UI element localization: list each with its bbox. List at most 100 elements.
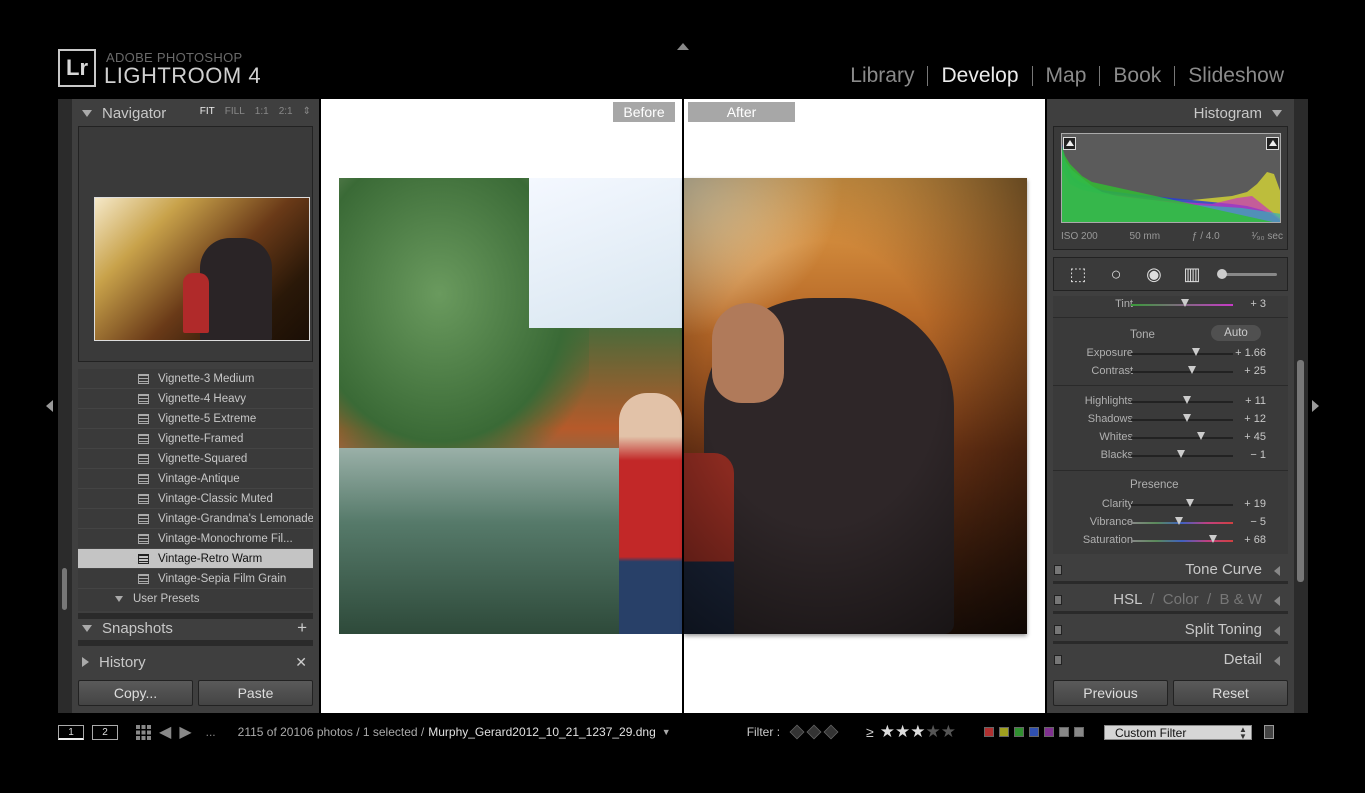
source-menu[interactable]: ... — [206, 725, 216, 739]
star-icon[interactable]: ★ — [880, 722, 895, 742]
previous-photo-icon[interactable]: ◀ — [159, 722, 171, 742]
previous-button[interactable]: Previous — [1053, 680, 1168, 706]
star-icon[interactable]: ★ — [895, 722, 910, 742]
slider-thumb[interactable] — [1181, 299, 1190, 307]
slider-thumb[interactable] — [1186, 499, 1195, 507]
adjustment-brush-icon[interactable] — [1217, 263, 1277, 285]
rating-operator[interactable]: ≥ — [866, 724, 874, 740]
crop-overlay-icon[interactable]: ⬚ — [1065, 263, 1091, 285]
preset-item[interactable]: Vintage-Classic Muted — [78, 489, 313, 509]
snapshots-header[interactable]: Snapshots — [82, 616, 312, 640]
preset-item[interactable]: Vintage-Monochrome Fil... — [78, 529, 313, 549]
zoom-fill[interactable]: FILL — [225, 106, 245, 117]
preset-item[interactable]: Vignette-Squared — [78, 449, 313, 469]
slider-track[interactable] — [1131, 401, 1233, 403]
left-panel-toggle-icon[interactable] — [46, 400, 53, 412]
preset-item[interactable]: Vignette-Framed — [78, 429, 313, 449]
main-screen-button[interactable]: 1 — [58, 724, 84, 740]
color-label-swatch[interactable] — [998, 727, 1009, 737]
filter-preset-select[interactable]: Custom Filter ▲ ▼ — [1103, 724, 1252, 740]
right-panel-toggle-icon[interactable] — [1312, 400, 1319, 412]
slider-value[interactable]: + 19 — [1244, 498, 1266, 510]
slider-thumb[interactable] — [1188, 366, 1197, 374]
slider-value[interactable]: + 3 — [1250, 298, 1266, 310]
preset-item[interactable]: Vignette-4 Heavy — [78, 389, 313, 409]
module-map[interactable]: Map — [1033, 64, 1100, 88]
slider-track[interactable] — [1131, 353, 1233, 355]
slider-track[interactable] — [1131, 540, 1233, 542]
color-label-swatch[interactable] — [1043, 727, 1054, 737]
color-label-swatch[interactable] — [1028, 727, 1039, 737]
slider-blacks[interactable]: Blacks − 1 — [1053, 447, 1288, 465]
panel-switch-icon[interactable] — [1054, 565, 1062, 575]
color-label-swatch[interactable] — [1073, 727, 1084, 737]
histogram-header[interactable]: Histogram — [1047, 101, 1282, 125]
tone-curve-panel-header[interactable]: Tone Curve — [1047, 559, 1294, 585]
slider-saturation[interactable]: Saturation + 68 — [1053, 532, 1288, 550]
slider-value[interactable]: − 1 — [1250, 449, 1266, 461]
flag-rejected-icon[interactable] — [823, 724, 839, 740]
slider-vibrance[interactable]: Vibrance − 5 — [1053, 514, 1288, 532]
zoom-more-icon[interactable]: ⇕ — [303, 106, 311, 117]
preset-item[interactable]: Vintage-Grandma's Lemonade — [78, 509, 313, 529]
slider-thumb[interactable] — [1197, 432, 1206, 440]
slider-tint[interactable]: Tint + 3 — [1053, 296, 1288, 314]
history-header[interactable]: History — [82, 650, 312, 674]
slider-thumb[interactable] — [1183, 396, 1192, 404]
slider-shadows[interactable]: Shadows + 12 — [1053, 411, 1288, 429]
shadow-clipping-icon[interactable] — [1063, 137, 1076, 150]
module-book[interactable]: Book — [1100, 64, 1174, 88]
panel-switch-icon[interactable] — [1054, 595, 1062, 605]
module-slideshow[interactable]: Slideshow — [1175, 64, 1297, 88]
navigator-preview[interactable] — [78, 126, 313, 362]
slider-value[interactable]: + 45 — [1244, 431, 1266, 443]
histogram-graph[interactable] — [1061, 133, 1281, 223]
slider-contrast[interactable]: Contrast + 25 — [1053, 363, 1288, 381]
flag-picked-icon[interactable] — [789, 724, 805, 740]
preset-folder-user-presets[interactable]: User Presets — [78, 589, 313, 609]
navigator-thumbnail[interactable] — [94, 197, 310, 341]
preset-item-selected[interactable]: Vintage-Retro Warm — [78, 549, 313, 569]
before-after-view[interactable]: Before After — [321, 99, 1045, 713]
slider-value[interactable]: + 68 — [1244, 534, 1266, 546]
slider-clarity[interactable]: Clarity + 19 — [1053, 496, 1288, 514]
star-icon[interactable]: ★ — [941, 722, 956, 742]
filename-dropdown-icon[interactable]: ▼ — [662, 727, 671, 737]
zoom-2-1[interactable]: 2:1 — [279, 106, 293, 117]
highlight-clipping-icon[interactable] — [1266, 137, 1279, 150]
graduated-filter-icon[interactable]: ▥ — [1179, 263, 1205, 285]
hsl-panel-header[interactable]: HSL / Color / B & W — [1047, 589, 1294, 615]
split-toning-panel-header[interactable]: Split Toning — [1047, 619, 1294, 645]
zoom-1-1[interactable]: 1:1 — [255, 106, 269, 117]
spot-removal-icon[interactable]: ○ — [1103, 263, 1129, 285]
next-photo-icon[interactable]: ▶ — [179, 722, 191, 742]
panel-switch-icon[interactable] — [1054, 655, 1062, 665]
slider-value[interactable]: + 25 — [1244, 365, 1266, 377]
detail-panel-header[interactable]: Detail — [1047, 649, 1294, 675]
left-panel-scrollbar[interactable] — [62, 568, 67, 610]
star-icon[interactable]: ★ — [925, 722, 940, 742]
top-panel-toggle-icon[interactable] — [677, 43, 689, 50]
current-filename[interactable]: Murphy_Gerard2012_10_21_1237_29.dng — [428, 725, 656, 739]
paste-settings-button[interactable]: Paste — [198, 680, 313, 706]
reset-button[interactable]: Reset — [1173, 680, 1288, 706]
slider-value[interactable]: + 1.66 — [1235, 347, 1266, 359]
grid-view-icon[interactable] — [136, 724, 151, 740]
slider-thumb[interactable] — [1208, 535, 1217, 543]
color-label-swatch[interactable] — [1013, 727, 1024, 737]
color-label-swatch[interactable] — [983, 727, 994, 737]
slider-exposure[interactable]: Exposure + 1.66 — [1053, 345, 1288, 363]
module-develop[interactable]: Develop — [928, 64, 1031, 88]
add-snapshot-icon[interactable]: + — [297, 618, 307, 638]
right-panel-scrollbar[interactable] — [1297, 360, 1304, 582]
module-library[interactable]: Library — [837, 64, 927, 88]
slider-track[interactable] — [1131, 419, 1233, 421]
preset-item[interactable]: Vignette-3 Medium — [78, 369, 313, 389]
tab-color[interactable]: Color — [1163, 591, 1199, 608]
slider-thumb[interactable] — [1183, 414, 1192, 422]
zoom-fit[interactable]: FIT — [200, 106, 215, 117]
slider-highlights[interactable]: Highlights + 11 — [1053, 393, 1288, 411]
color-label-swatch[interactable] — [1058, 727, 1069, 737]
slider-value[interactable]: − 5 — [1250, 516, 1266, 528]
filmstrip-lock-icon[interactable] — [1263, 725, 1274, 739]
